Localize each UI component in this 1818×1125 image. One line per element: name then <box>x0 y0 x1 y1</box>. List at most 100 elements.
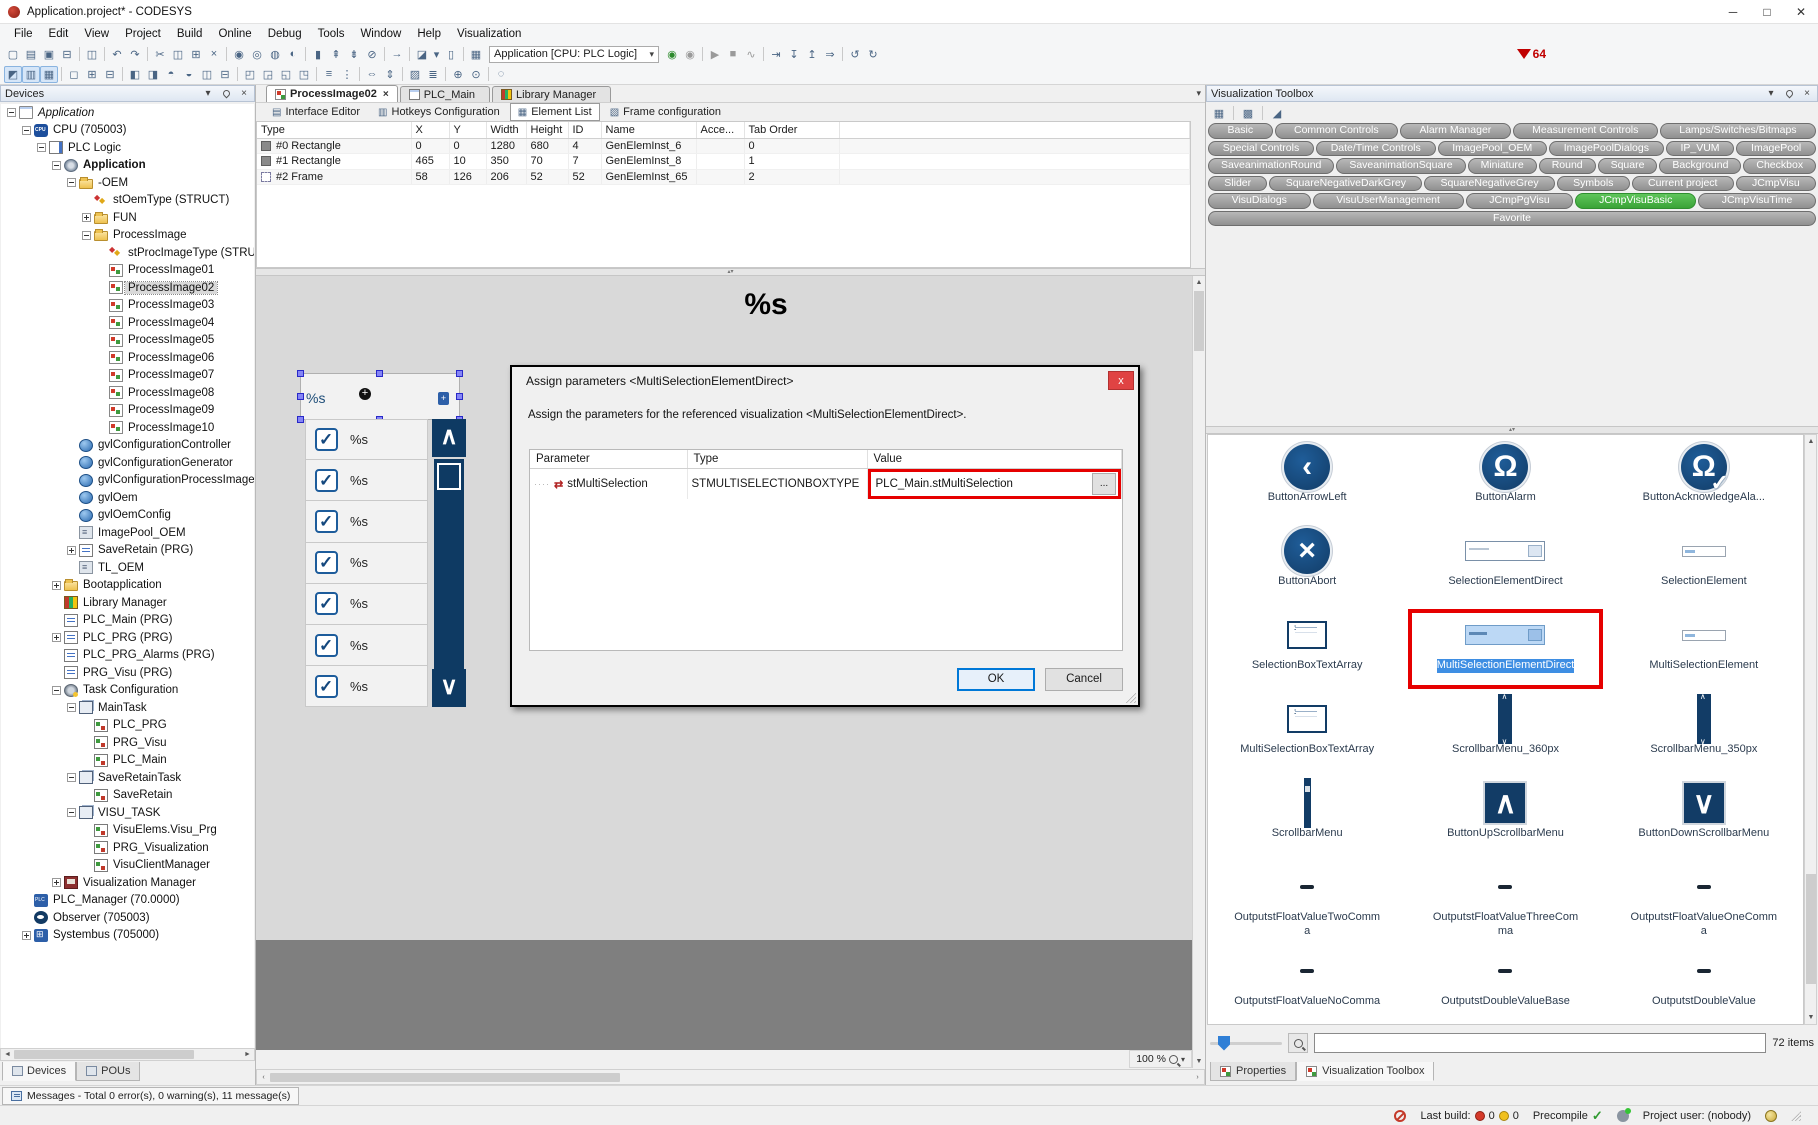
selected-frame-element[interactable]: %s + + <box>300 373 460 420</box>
scroll-left-icon[interactable]: ◄ <box>1 1049 14 1060</box>
separator[interactable] <box>76 46 83 62</box>
canvas-vertical-scrollbar[interactable]: ▲ ▼ <box>1192 276 1205 1068</box>
table-column-header[interactable]: Y <box>449 122 486 138</box>
run-to-cursor[interactable]: ⇒ <box>821 46 839 63</box>
separator[interactable] <box>302 46 309 62</box>
menu-item[interactable]: Build <box>169 26 211 42</box>
canvas-zoom-control[interactable]: 100 % ▾ <box>1129 1050 1192 1068</box>
panel-tab[interactable]: Visualization Toolbox <box>1296 1062 1434 1081</box>
scrollbar-down-button[interactable]: ∨ <box>432 669 466 707</box>
canvas-horizontal-scrollbar[interactable]: ‹ › <box>256 1069 1205 1085</box>
ButtonUpScrollbarMenu[interactable]: ∧ ButtonUpScrollbarMenu <box>1406 775 1604 859</box>
scrollbar-thumb[interactable] <box>1806 874 1816 984</box>
tree-expander-icon[interactable] <box>52 616 61 625</box>
MultiSelectionBoxTextArray[interactable]: MultiSelectionBoxTextArray <box>1208 691 1406 775</box>
scrollbar-thumb[interactable] <box>1194 291 1204 351</box>
paste[interactable]: ⊞ <box>187 46 205 63</box>
resize-handle[interactable] <box>456 393 463 400</box>
menu-item[interactable]: View <box>76 26 117 42</box>
devices-horizontal-scrollbar[interactable]: ◄ ► <box>0 1048 255 1061</box>
tree-expander-icon[interactable] <box>97 423 106 432</box>
table-column-header[interactable]: ID <box>568 122 601 138</box>
tree-expander-icon[interactable] <box>67 476 76 485</box>
tree-expander-icon[interactable] <box>67 458 76 467</box>
tree-item[interactable]: VisuClientManager <box>1 857 254 875</box>
category-button[interactable]: Special Controls <box>1208 141 1314 157</box>
separator[interactable] <box>399 66 406 82</box>
tree-expander-icon[interactable] <box>52 668 61 677</box>
SelectionElementDirect[interactable]: SelectionElementDirect <box>1406 523 1604 607</box>
make-same-width[interactable]: ⇔ <box>363 66 381 83</box>
tree-item[interactable]: gvlOem <box>1 489 254 507</box>
resize-handle[interactable] <box>376 370 383 377</box>
tree-item[interactable]: Bootapplication <box>1 577 254 595</box>
panel-tab[interactable]: POUs <box>76 1062 140 1081</box>
tree-expander-icon[interactable] <box>67 773 76 782</box>
dialog-resize-grip[interactable] <box>1126 693 1136 703</box>
tree-item[interactable]: -OEM <box>1 174 254 192</box>
scroll-down-icon[interactable]: ▼ <box>1805 1011 1817 1024</box>
ButtonAcknowledgeAla...[interactable]: Ω✓ ButtonAcknowledgeAla... <box>1605 439 1803 523</box>
step-out[interactable]: ↥ <box>803 46 821 63</box>
print[interactable]: ⊟ <box>58 46 76 63</box>
chevron-down-icon[interactable]: ▾ <box>202 88 214 100</box>
separator[interactable] <box>119 66 126 82</box>
resize-handle[interactable] <box>297 416 304 423</box>
tree-item[interactable]: ProcessImage04 <box>1 314 254 332</box>
new-file[interactable]: ▢ <box>4 46 22 63</box>
tree-item[interactable]: PLC_PRG_Alarms (PRG) <box>1 647 254 665</box>
ButtonDownScrollbarMenu[interactable]: ∨ ButtonDownScrollbarMenu <box>1605 775 1803 859</box>
category-button[interactable]: VisuDialogs <box>1208 193 1311 209</box>
tree-expander-icon[interactable] <box>67 511 76 520</box>
align-center-vertical[interactable]: ⊟ <box>216 66 234 83</box>
tree-expander-icon[interactable] <box>67 178 76 187</box>
align-bottom[interactable]: ◒ <box>180 66 198 83</box>
table-row[interactable]: #0 Rectangle 0 0 1280 680 4 GenElemInst_… <box>257 138 1190 154</box>
category-button[interactable]: SquareNegativeDarkGrey <box>1269 176 1422 192</box>
category-button[interactable]: Miniature <box>1468 158 1537 174</box>
make-same-height[interactable]: ⇕ <box>381 66 399 83</box>
table-column-header[interactable]: Tab Order <box>744 122 839 138</box>
menu-item[interactable]: Online <box>210 26 259 42</box>
menu-item[interactable]: Debug <box>260 26 310 42</box>
scroll-up-icon[interactable]: ▲ <box>1193 276 1205 289</box>
tree-expander-icon[interactable] <box>67 441 76 450</box>
tree-expander-icon[interactable] <box>82 791 91 800</box>
tree-expander-icon[interactable] <box>22 126 31 135</box>
OutputstDoubleValue[interactable]: OutputstDoubleValue <box>1605 943 1803 1027</box>
category-button-favorite[interactable]: Favorite <box>1208 211 1816 227</box>
tree-item[interactable]: PRG_Visu <box>1 734 254 752</box>
scroll-up-icon[interactable]: ▲ <box>1805 435 1817 448</box>
tree-item[interactable]: gvlConfigurationController <box>1 437 254 455</box>
category-button[interactable]: IP_VUM <box>1666 141 1735 157</box>
tree-item[interactable]: ProcessImage10 <box>1 419 254 437</box>
separator[interactable] <box>442 66 449 82</box>
tree-item[interactable]: PRG_Visu (PRG) <box>1 664 254 682</box>
separator[interactable] <box>144 46 151 62</box>
category-button[interactable]: SquareNegativeGrey <box>1424 176 1555 192</box>
tree-expander-icon[interactable] <box>97 283 106 292</box>
dialog-title-bar[interactable]: Assign parameters <MultiSelectionElement… <box>512 367 1138 395</box>
toggle-bookmark[interactable]: ▮ <box>309 46 327 63</box>
group[interactable]: ⊞ <box>83 66 101 83</box>
tree-item[interactable]: ProcessImage07 <box>1 367 254 385</box>
tree-expander-icon[interactable] <box>82 756 91 765</box>
next-bookmark[interactable]: ⇟ <box>345 46 363 63</box>
browse-button[interactable]: ... <box>1092 473 1116 495</box>
separator[interactable] <box>356 66 363 82</box>
scroll-left-icon[interactable]: ‹ <box>257 1072 270 1083</box>
category-button[interactable]: ImagePool_OEM <box>1438 141 1547 157</box>
slider-thumb-icon[interactable] <box>1218 1036 1230 1051</box>
tree-expander-icon[interactable] <box>67 703 76 712</box>
replace[interactable]: ◐ <box>284 46 302 63</box>
ok-button[interactable]: OK <box>957 668 1035 691</box>
category-button[interactable]: Round <box>1539 158 1596 174</box>
close-tab-icon[interactable]: × <box>383 89 389 100</box>
tree-item[interactable]: ProcessImage06 <box>1 349 254 367</box>
move-anchor-icon[interactable]: + <box>359 388 371 400</box>
separator[interactable] <box>760 46 767 62</box>
menu-item[interactable]: File <box>6 26 41 42</box>
tree-item[interactable]: stProcImageType (STRUCT) <box>1 244 254 262</box>
category-button[interactable]: JCmpVisuTime <box>1698 193 1816 209</box>
document-tab[interactable]: ProcessImage02 × <box>266 85 398 102</box>
